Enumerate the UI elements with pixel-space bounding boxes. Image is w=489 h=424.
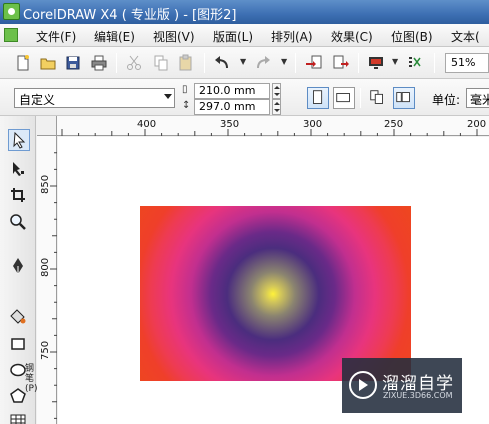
portrait-button[interactable] (307, 87, 329, 109)
coreldraw-app-icon[interactable] (3, 3, 20, 20)
title-bar: CorelDRAW X4 ( 专业版 ) - [图形2] (0, 0, 489, 24)
print-icon[interactable] (89, 53, 109, 73)
pen-tool-icon[interactable] (8, 256, 30, 278)
toolbar-separator (358, 53, 359, 73)
table-tool-icon[interactable] (8, 411, 30, 424)
watermark: 溜溜自学 ZIXUE.3D66.COM (342, 358, 462, 413)
all-pages-icon[interactable] (367, 87, 389, 109)
page-width-field[interactable]: 210.0 mm (194, 83, 270, 99)
options-icon[interactable] (405, 53, 425, 73)
open-icon[interactable] (38, 53, 58, 73)
ruler-tick-label: 850 (40, 174, 51, 194)
menu-text[interactable]: 文本( (451, 28, 480, 45)
cut-icon[interactable] (124, 53, 144, 73)
redo-icon[interactable] (253, 53, 273, 73)
export-icon[interactable] (331, 53, 351, 73)
vertical-ruler[interactable]: 850 800 750 (37, 136, 57, 424)
units-select[interactable]: 毫米 (466, 88, 489, 108)
zoom-tool-icon[interactable] (8, 212, 30, 234)
ruler-tick-label: 200 (467, 119, 487, 130)
menu-bar: 文件(F) 编辑(E) 视图(V) 版面(L) 排列(A) 效果(C) 位图(B… (0, 24, 489, 47)
menu-effects[interactable]: 效果(C) (331, 28, 373, 45)
ruler-tick-label: 750 (40, 340, 51, 360)
toolbar-separator (434, 53, 435, 73)
toolbar-separator (204, 53, 205, 73)
toolbar-separator (116, 53, 117, 73)
page-height-row: ↕ 297.0 mm (182, 99, 292, 115)
menu-bitmaps[interactable]: 位图(B) (391, 28, 433, 45)
paper-preset-select[interactable]: 自定义 (14, 88, 175, 108)
menu-file[interactable]: 文件(F) (36, 28, 76, 45)
application-launcher-icon[interactable] (366, 53, 386, 73)
rectangle-tool-icon[interactable] (8, 334, 30, 356)
horizontal-ruler[interactable]: 400 350 300 250 200 (57, 116, 489, 136)
width-spinner[interactable] (272, 83, 281, 99)
menu-view[interactable]: 视图(V) (153, 28, 195, 45)
new-document-icon[interactable] (13, 53, 33, 73)
property-bar: 自定义 ▯ 210.0 mm ↕ 297.0 mm 单位: 毫米 (0, 79, 489, 116)
redo-dropdown-icon[interactable]: ▼ (281, 57, 287, 66)
units-label: 单位: (432, 93, 461, 107)
radial-gradient-rectangle[interactable] (140, 206, 411, 381)
horizontal-ruler-ticks (61, 129, 478, 136)
copy-icon[interactable] (151, 53, 171, 73)
undo-dropdown-icon[interactable]: ▼ (240, 57, 246, 66)
menu-layout[interactable]: 版面(L) (213, 28, 253, 45)
smart-fill-icon[interactable] (8, 306, 30, 328)
undo-icon[interactable] (212, 53, 232, 73)
landscape-button[interactable] (333, 87, 355, 109)
crop-tool-icon[interactable] (8, 185, 30, 207)
document-icon[interactable] (4, 28, 18, 42)
ruler-tick-label: 400 (137, 119, 157, 130)
menu-edit[interactable]: 编辑(E) (94, 28, 135, 45)
paper-preset-value: 自定义 (19, 93, 56, 107)
ruler-tick-label: 800 (40, 257, 51, 277)
page-height-field[interactable]: 297.0 mm (194, 99, 270, 115)
pick-tool-icon[interactable] (8, 129, 30, 151)
ruler-tick-label: 250 (384, 119, 404, 130)
toolbar-separator (360, 88, 361, 108)
page-width-row: ▯ 210.0 mm (182, 83, 292, 99)
height-spinner[interactable] (272, 99, 281, 115)
watermark-logo-icon (349, 371, 377, 399)
window-title: CorelDRAW X4 ( 专业版 ) - [图形2] (23, 8, 237, 23)
standard-toolbar: ▼ ▼ ▼ 51% (0, 47, 489, 79)
ruler-tick-label: 350 (220, 119, 240, 130)
toolbox: 钢笔(P) (0, 116, 37, 424)
toolbar-separator (295, 53, 296, 73)
ruler-origin[interactable] (37, 116, 57, 136)
width-icon: ▯ (182, 84, 188, 95)
watermark-url: ZIXUE.3D66.COM (383, 391, 453, 400)
paste-icon[interactable] (176, 53, 196, 73)
current-page-icon[interactable] (393, 87, 415, 109)
polygon-tool-icon[interactable] (8, 386, 30, 408)
zoom-level-field[interactable]: 51% (445, 53, 489, 73)
save-icon[interactable] (63, 53, 83, 73)
ruler-tick-label: 300 (303, 119, 323, 130)
ellipse-tool-icon[interactable] (8, 360, 30, 382)
import-icon[interactable] (304, 53, 324, 73)
height-icon: ↕ (182, 100, 191, 111)
launcher-dropdown-icon[interactable]: ▼ (392, 57, 398, 66)
chevron-down-icon[interactable] (164, 94, 172, 99)
shape-tool-icon[interactable] (8, 158, 30, 180)
menu-arrange[interactable]: 排列(A) (271, 28, 313, 45)
